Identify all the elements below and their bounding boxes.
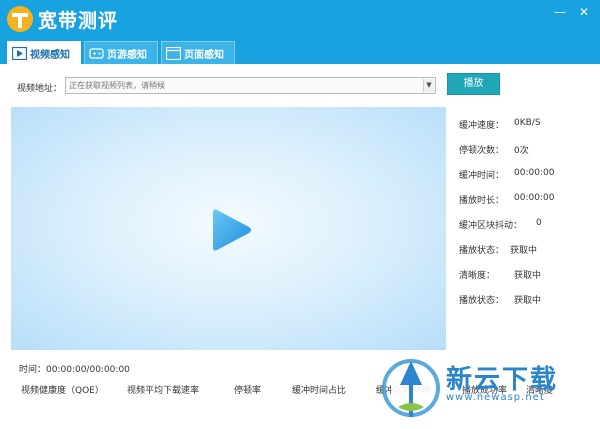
watermark-title: 新云下载 (446, 365, 559, 395)
playback-time: 时间：00:00:00/00:00:00 (19, 362, 130, 375)
stat-value: 获取中 (514, 296, 542, 306)
stat-label: 停顿次数： (459, 146, 505, 156)
stat-value: 0 (536, 218, 542, 228)
video-url-value: 正在获取视频列表，请稍候 (69, 81, 165, 90)
video-url-label: 视频地址： (17, 84, 63, 94)
stat-value: 获取中 (514, 271, 542, 281)
stat-label: 缓冲区块抖动： (459, 221, 523, 231)
tab-webpage-label: 页面感知 (184, 49, 224, 61)
metric-buffer-time-ratio: 缓冲时间占比 (292, 386, 347, 396)
minimize-button[interactable]: — (554, 6, 566, 18)
stat-value: 00:00:00 (514, 193, 555, 203)
watermark-logo-icon (382, 359, 440, 417)
play-icon[interactable] (207, 206, 255, 254)
stat-label: 播放时长： (459, 196, 505, 206)
watermark: 新云下载 www.newasp.net (376, 355, 600, 429)
stat-value: 获取中 (510, 246, 538, 256)
app-title: 宽带测评 (38, 10, 119, 32)
tab-video-label: 视频感知 (30, 49, 70, 61)
app-logo-icon (7, 6, 33, 32)
metric-qoe: 视频健康度（QOE） (21, 386, 104, 396)
title-bar: 宽带测评 — ✕ (0, 0, 600, 38)
tab-video[interactable]: 视频感知 (7, 41, 81, 64)
stat-label: 播放状态： (459, 246, 505, 256)
stat-label: 清晰度： (459, 271, 496, 281)
stat-label: 缓冲速度： (459, 121, 505, 131)
metric-stall-rate: 停顿率 (234, 386, 262, 396)
tab-webgame-label: 页游感知 (107, 49, 147, 61)
video-play-icon (12, 46, 27, 60)
tab-bar: 视频感知 页游感知 页面感知 (0, 38, 600, 64)
play-button[interactable]: 播放 (447, 73, 500, 95)
stat-value: 0次 (514, 146, 529, 156)
video-url-select[interactable]: 正在获取视频列表，请稍候 ▼ (65, 77, 436, 94)
stat-value: 0KB/S (514, 118, 541, 128)
tab-webpage[interactable]: 页面感知 (161, 41, 235, 64)
time-value: 00:00:00/00:00:00 (46, 365, 130, 375)
gamepad-icon (89, 47, 104, 59)
time-label: 时间： (19, 365, 47, 375)
close-button[interactable]: ✕ (579, 6, 589, 18)
metric-avg-download-rate: 视频平均下载速率 (127, 386, 200, 396)
stat-label: 播放状态： (459, 296, 505, 306)
watermark-url: www.newasp.net (446, 392, 545, 403)
tab-webgame[interactable]: 页游感知 (84, 41, 158, 64)
video-player[interactable] (11, 107, 446, 350)
chevron-down-icon[interactable]: ▼ (423, 79, 434, 92)
stat-label: 缓冲时间： (459, 171, 505, 181)
stat-value: 00:00:00 (514, 168, 555, 178)
browser-window-icon (166, 46, 181, 60)
